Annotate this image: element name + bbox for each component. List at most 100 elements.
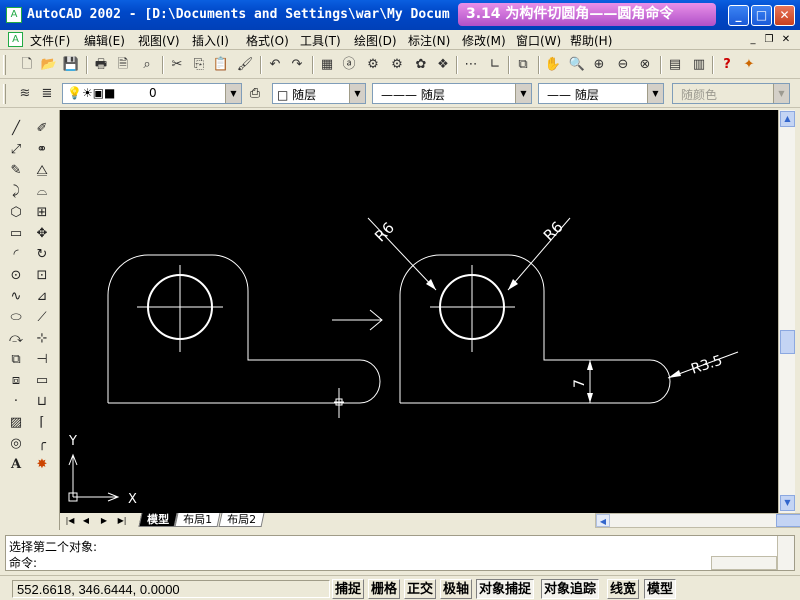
menu-dimension[interactable]: 标注(N) — [408, 32, 450, 49]
properties-icon[interactable]: ▤ — [666, 56, 684, 74]
match-properties-icon[interactable]: 🖌 — [236, 56, 254, 74]
help-icon[interactable]: ? — [718, 56, 736, 74]
drawing-canvas[interactable]: R6 R6 R3.5 7 X Y — [60, 110, 778, 513]
menu-help[interactable]: 帮助(H) — [570, 32, 612, 49]
rotate-icon[interactable]: ↻ — [32, 246, 52, 264]
document-icon[interactable]: A — [8, 32, 23, 47]
express-tools-icon[interactable]: ✦ — [740, 56, 758, 74]
ucs-icon[interactable]: ∟ — [486, 56, 504, 74]
polyline-icon[interactable]: ✎ — [6, 162, 26, 180]
chevron-down-icon[interactable]: ▼ — [515, 84, 531, 103]
snap-toggle[interactable]: 捕捉 — [332, 579, 365, 599]
copy-object-icon[interactable]: ⚭ — [32, 141, 52, 159]
chevron-down-icon[interactable]: ▼ — [349, 84, 365, 103]
fillet-icon[interactable]: ╭ — [32, 435, 52, 453]
scroll-up-button[interactable]: ▲ — [780, 111, 795, 127]
stretch-icon[interactable]: ⊿ — [32, 288, 52, 306]
chevron-down-icon[interactable]: ▼ — [647, 84, 663, 103]
offset-icon[interactable]: ⌓ — [32, 183, 52, 201]
layer-dropdown[interactable]: 💡☀▣■ 0 ▼ — [62, 83, 242, 104]
ortho-toggle[interactable]: 正交 — [404, 579, 437, 599]
move-icon[interactable]: ✥ — [32, 225, 52, 243]
otrack-toggle[interactable]: 对象追踪 — [541, 579, 600, 599]
tab-layout1[interactable]: 布局1 — [174, 513, 221, 527]
tab-first-button[interactable]: |◀ — [62, 513, 78, 528]
osnap-toggle[interactable]: 对象捕捉 — [476, 579, 535, 599]
break-at-point-icon[interactable]: ⊔ — [32, 393, 52, 411]
menu-modify[interactable]: 修改(M) — [462, 32, 506, 49]
redo-icon[interactable]: ↷ — [288, 56, 306, 74]
scroll-down-button[interactable]: ▼ — [780, 495, 795, 511]
print-preview-icon[interactable]: 🗎 — [114, 56, 132, 74]
zoom-window-icon[interactable]: ⊕ — [590, 56, 608, 74]
point-a-icon[interactable]: ✿ — [412, 56, 430, 74]
chamfer-icon[interactable]: ⌈ — [32, 414, 52, 432]
publish-icon[interactable]: ⌕ — [138, 56, 156, 74]
tab-layout2[interactable]: 布局2 — [218, 513, 265, 527]
cut-icon[interactable]: ✂ — [168, 56, 186, 74]
make-object-layer-current-icon[interactable]: ⎙ — [246, 85, 264, 103]
color-dropdown[interactable]: □ 随层 ▼ — [272, 83, 366, 104]
region-icon[interactable]: ◎ — [6, 435, 26, 453]
menu-edit[interactable]: 编辑(E) — [84, 32, 125, 49]
save-icon[interactable]: 💾 — [62, 56, 80, 74]
command-window[interactable]: 选择第二个对象: 命令: — [5, 535, 795, 571]
design-center-icon[interactable]: ▦ — [318, 56, 336, 74]
scroll-left-button[interactable]: ◀ — [596, 514, 610, 527]
pan-icon[interactable]: ✋ — [544, 56, 562, 74]
zoom-previous-icon[interactable]: ⊖ — [614, 56, 632, 74]
tab-prev-button[interactable]: ◀ — [78, 513, 94, 528]
autocad-app-icon[interactable]: A — [6, 7, 22, 23]
today-icon[interactable]: ⚙ — [364, 56, 382, 74]
calculator-icon[interactable]: ▥ — [690, 56, 708, 74]
undo-icon[interactable]: ↶ — [266, 56, 284, 74]
tool-palette-icon[interactable]: ❖ — [434, 56, 452, 74]
scale-icon[interactable]: ⊡ — [32, 267, 52, 285]
open-folder-icon[interactable]: 📂 — [40, 56, 58, 74]
paste-icon[interactable]: 📋 — [212, 56, 230, 74]
doc-restore-button[interactable]: ❐ — [762, 33, 776, 47]
coordinate-readout[interactable]: 552.6618, 346.6444, 0.0000 — [12, 580, 330, 598]
polar-toggle[interactable]: 极轴 — [440, 579, 473, 599]
tab-last-button[interactable]: ▶| — [114, 513, 130, 528]
arc-icon[interactable]: ◜ — [6, 246, 26, 264]
extend-icon[interactable]: ⊣ — [32, 351, 52, 369]
point-icon[interactable]: · — [6, 393, 26, 411]
toolbar-grip[interactable] — [3, 55, 6, 75]
command-hscrollbar[interactable] — [711, 556, 777, 570]
named-views-icon[interactable]: ⧉ — [514, 56, 532, 74]
break-icon[interactable]: ▭ — [32, 372, 52, 390]
multiline-text-icon[interactable]: A — [6, 456, 26, 474]
menu-draw[interactable]: 绘图(D) — [354, 32, 397, 49]
mirror-icon[interactable]: ⧋ — [32, 162, 52, 180]
hyperlink-icon[interactable]: ⓐ — [340, 56, 358, 74]
lineweight-toggle[interactable]: 线宽 — [607, 579, 640, 599]
meet-now-icon[interactable]: ⚙ — [388, 56, 406, 74]
vertical-scrollbar[interactable]: ▲ ▼ — [778, 110, 795, 513]
zoom-realtime-icon[interactable]: 🔍 — [568, 56, 586, 74]
close-button[interactable]: ✕ — [774, 5, 795, 26]
trim-icon[interactable]: ⊹ — [32, 330, 52, 348]
new-file-icon[interactable]: 🗋 — [18, 56, 36, 74]
menu-view[interactable]: 视图(V) — [138, 32, 180, 49]
layers-icon[interactable]: ≋ — [16, 85, 34, 103]
grid-toggle[interactable]: 栅格 — [368, 579, 401, 599]
horizontal-scrollbar[interactable]: ◀ ▶ — [595, 513, 800, 528]
insert-block-icon[interactable]: ⧉ — [6, 351, 26, 369]
command-prompt[interactable]: 命令: — [9, 554, 37, 571]
erase-icon[interactable]: ✐ — [32, 120, 52, 138]
minimize-button[interactable]: _ — [728, 5, 749, 26]
linetype-dropdown[interactable]: ——— 随层 ▼ — [372, 83, 532, 104]
menu-tools[interactable]: 工具(T) — [300, 32, 341, 49]
doc-close-button[interactable]: ✕ — [779, 33, 793, 47]
make-block-icon[interactable]: ⧈ — [6, 372, 26, 390]
toolbar-grip[interactable] — [3, 84, 6, 104]
copy-icon[interactable]: ⎘ — [190, 56, 208, 74]
model-paper-toggle[interactable]: 模型 — [644, 579, 677, 599]
zoom-extents-icon[interactable]: ⊗ — [636, 56, 654, 74]
rectangle-icon[interactable]: ▭ — [6, 225, 26, 243]
menu-insert[interactable]: 插入(I) — [192, 32, 229, 49]
lengthen-icon[interactable]: ⟋ — [32, 309, 52, 327]
explode-icon[interactable]: ✸ — [32, 456, 52, 474]
lineweight-dropdown[interactable]: —— 随层 ▼ — [538, 83, 664, 104]
